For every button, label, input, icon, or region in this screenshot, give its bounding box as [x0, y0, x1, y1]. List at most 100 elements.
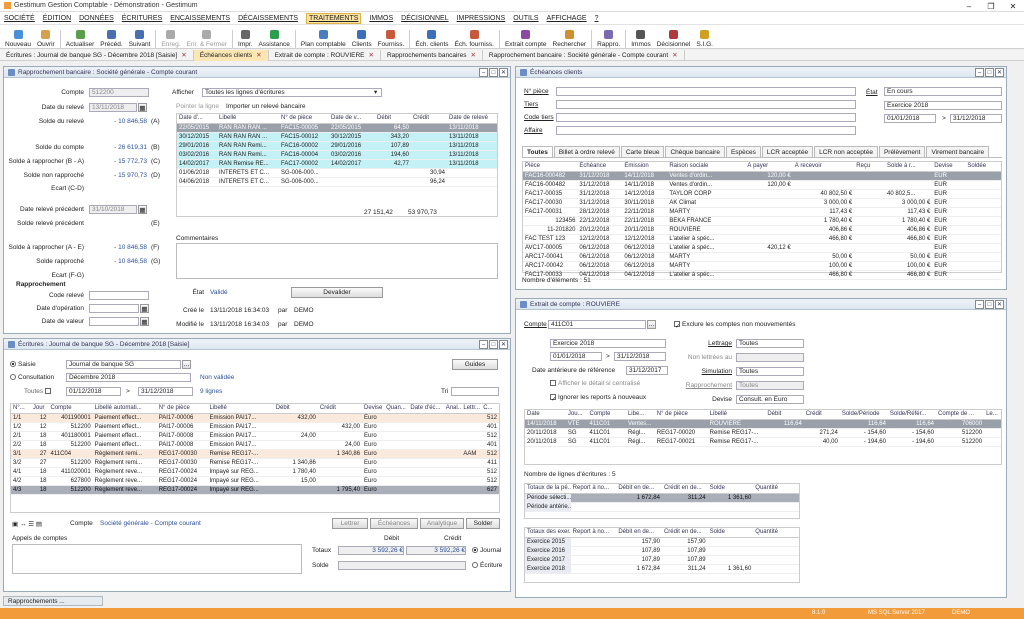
column-header[interactable]: N° de pièce [279, 114, 329, 124]
afficher-select[interactable]: Toutes les lignes d'écritures [202, 88, 382, 97]
table-row[interactable]: 4/2 18 627800 Règlement reve... REG17-00024 I… [11, 476, 499, 486]
column-header[interactable]: Solde à r... [884, 162, 933, 172]
column-header[interactable]: Libe... [625, 410, 655, 420]
tab-0[interactable]: Toutes [522, 146, 553, 157]
maximize-icon[interactable]: ❐ [980, 0, 1002, 12]
table-row[interactable]: 22/05/2015 RAN RAN RAN ... FAC15-00005 22/0… [177, 123, 497, 133]
date-end-input[interactable]: 31/12/2018 [614, 352, 666, 361]
exclure-checkbox[interactable]: ✓ Exclure les comptes non mouvementés [674, 321, 795, 330]
table-row[interactable]: 1/2 12 512200 Paiement effect... PAI17-00006… [11, 422, 499, 432]
column-header[interactable]: Crédit [803, 410, 840, 420]
table-row[interactable]: 30/12/2015 RAN RAN RAN ... FAC15-00012 30/1… [177, 132, 497, 142]
column-header[interactable]: N°... [11, 404, 31, 414]
date-field[interactable]: 13/11/2018 [89, 103, 137, 112]
echeances-button[interactable]: Échéances [370, 518, 418, 529]
doc-tab-3[interactable]: Rapprochements bancaires ✕ [381, 49, 483, 61]
table-row[interactable]: 14/11/2018 VTE 411C01 Ventes... ROUVIERE 116,… [525, 419, 1001, 429]
saisie-radio[interactable]: Saisie [10, 361, 36, 368]
tab-4[interactable]: Espèces [725, 146, 761, 157]
table-row[interactable]: FAC TEST 123 12/12/2018 12/12/2018 L'atelie… [523, 234, 1001, 244]
lettrage-select[interactable]: Toutes [736, 339, 804, 348]
table-row[interactable]: ARC17-00041 06/12/2018 06/12/2018 MARTY 50,0… [523, 252, 1001, 262]
minimize-icon[interactable]: – [958, 0, 980, 12]
column-header[interactable]: Solde/Référ... [887, 410, 936, 420]
column-header[interactable]: Devise [932, 162, 966, 172]
doc-tab-0[interactable]: Écritures : Journal de banque SG - Décem… [0, 49, 194, 61]
table-row[interactable]: 14/02/2017 RAN Remise RE... FAC17-00002 14/… [177, 159, 497, 169]
toolbar-button-7[interactable]: Impr. [235, 25, 255, 48]
mois-select[interactable]: Décembre 2018 [66, 373, 191, 382]
menu-6[interactable]: TRAITEMENTS [306, 12, 362, 24]
table-row[interactable]: Exercice 2016 107,89 107,89 [525, 546, 799, 556]
column-header[interactable]: Compte [587, 410, 626, 420]
toolbar-button-6[interactable]: Enr. & Fermer [184, 25, 230, 48]
devise-select[interactable]: Consult. en Euro [736, 395, 804, 404]
calendar-icon[interactable]: ▦ [140, 317, 149, 326]
close-icon[interactable]: ✕ [369, 52, 374, 59]
column-header[interactable]: Date de v... [329, 114, 375, 124]
table-row[interactable]: 4/1 18 411020001 Règlement reve... REG17-000… [11, 467, 499, 477]
toolbar-button-16[interactable]: Rappro. [594, 25, 623, 48]
field-input[interactable] [556, 100, 856, 109]
table-row[interactable]: 03/02/2016 RAN RAN Remi... FAC16-00004 03/0… [177, 150, 497, 160]
code-releve-input[interactable] [89, 291, 149, 300]
minimize-icon[interactable]: – [975, 68, 984, 77]
maximize-icon[interactable]: □ [985, 300, 994, 309]
toolbar-button-10[interactable]: Clients [349, 25, 375, 48]
menu-4[interactable]: ENCAISSEMENTS [170, 15, 230, 22]
calendar-icon[interactable]: ▦ [140, 304, 149, 313]
table-row[interactable]: 3/1 27 411C04 Règlement remi... REG17-00030 R… [11, 449, 499, 459]
table-row[interactable]: 29/01/2016 RAN RAN Remi... FAC16-00002 29/0… [177, 141, 497, 151]
toolbar-button-9[interactable]: Plan comptable [298, 25, 349, 48]
table-row[interactable]: 123456 22/12/2018 22/11/2018 BEKA FRANCE 1 7… [523, 216, 1001, 226]
column-header[interactable]: Date [525, 410, 566, 420]
field-input[interactable] [556, 113, 856, 122]
date-anterieure-input[interactable]: 31/12/2017 [626, 366, 668, 375]
column-header[interactable]: Anal... [443, 404, 462, 414]
column-header[interactable]: Reçu [854, 162, 885, 172]
table-row[interactable]: FAC16-000482 31/12/2018 14/11/2018 Ventes d… [523, 180, 1001, 190]
tab-3[interactable]: Chèque bancaire [665, 146, 725, 157]
column-header[interactable]: Échéance [577, 162, 623, 172]
table-row[interactable]: AVC17-00005 06/12/2018 06/12/2018 L'atelier… [523, 243, 1001, 253]
table-row[interactable]: Exercice 2018 1 672,84 311,24 1 361,60 [525, 564, 799, 574]
toolbar-button-11[interactable]: Fourniss. [375, 25, 408, 48]
toolbar-button-3[interactable]: Précéd. [97, 25, 125, 48]
column-header[interactable]: Débit [273, 404, 318, 414]
date-field[interactable]: 31/10/2018 [89, 205, 137, 214]
table-row[interactable]: 3/2 27 512200 Règlement remi... REG17-00030 R… [11, 458, 499, 468]
compte-select[interactable]: 411C01 [548, 320, 646, 329]
date-start-input[interactable]: 01/01/2018 [550, 352, 602, 361]
lettrer-button[interactable]: Lettrer [332, 518, 368, 529]
close-icon[interactable]: ✕ [499, 340, 508, 349]
doc-tab-4[interactable]: Rapprochement bancaire : Société général… [483, 49, 685, 61]
table-row[interactable]: Période antérie... [525, 502, 799, 512]
toolbar-button-2[interactable]: Actualiser [63, 25, 98, 48]
menu-8[interactable]: DÉCISIONNEL [401, 15, 448, 22]
menu-5[interactable]: DÉCAISSEMENTS [238, 15, 298, 22]
table-row[interactable]: Période sélecti... 1 672,84 311,24 1 361,60 [525, 493, 799, 503]
chevron-down-icon[interactable]: ▾ [374, 88, 377, 96]
doc-tab-2[interactable]: Extrait de compte : ROUVIERE ✕ [269, 49, 381, 61]
table-row[interactable]: 2/2 18 512200 Paiement effect... PAI17-00008… [11, 440, 499, 450]
guides-button[interactable]: Guides [452, 359, 498, 370]
table-row[interactable]: FAC17-00031 28/12/2018 22/11/2018 MARTY 117,… [523, 207, 1001, 217]
column-header[interactable]: Jour [30, 404, 49, 414]
ellipsis-icon[interactable]: … [182, 360, 191, 369]
toolbar-button-15[interactable]: Rechercher [550, 25, 590, 48]
tab-5[interactable]: LCR acceptée [761, 146, 814, 157]
table-row[interactable]: 2/1 18 401180001 Paiement effect... PAI17-00… [11, 431, 499, 441]
doc-tab-1[interactable]: Échéances clients ✕ [193, 49, 269, 61]
column-header[interactable]: À payer [745, 162, 793, 172]
toolbar-button-18[interactable]: Décisionnel [654, 25, 694, 48]
toolbar-button-19[interactable]: S.I.G. [693, 25, 716, 48]
journal-radio[interactable]: Journal [472, 547, 501, 554]
toolbar-button-13[interactable]: Éch. fourniss. [452, 25, 497, 48]
close-icon[interactable]: ✕ [499, 68, 508, 77]
column-header[interactable]: Quan... [384, 404, 409, 414]
table-row[interactable]: Exercice 2017 107,89 107,89 [525, 555, 799, 565]
column-header[interactable]: Soldée [965, 162, 1001, 172]
table-row[interactable]: FAC17-00033 04/12/2018 04/12/2018 L'atelier… [523, 270, 1001, 280]
date-operation-input[interactable] [89, 304, 139, 313]
close-icon[interactable]: ✕ [995, 300, 1004, 309]
